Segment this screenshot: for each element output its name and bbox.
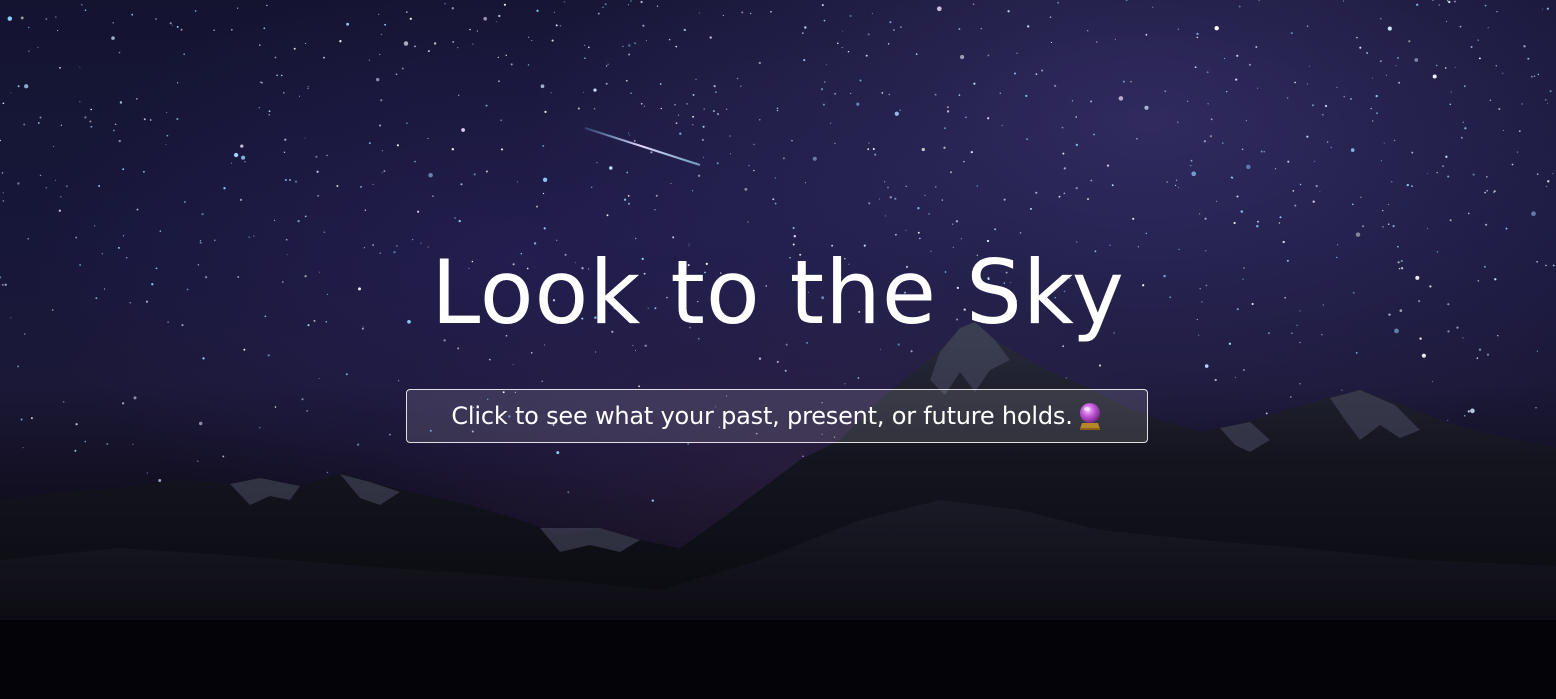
fortune-button-label: Click to see what your past, present, or… bbox=[451, 402, 1073, 430]
crystal-ball-icon bbox=[1077, 401, 1103, 431]
fortune-button[interactable]: Click to see what your past, present, or… bbox=[406, 389, 1148, 443]
hero-section: Look to the Sky Click to see what your p… bbox=[0, 0, 1556, 699]
hero-content: Look to the Sky Click to see what your p… bbox=[0, 0, 1556, 699]
page-title: Look to the Sky bbox=[431, 241, 1125, 344]
